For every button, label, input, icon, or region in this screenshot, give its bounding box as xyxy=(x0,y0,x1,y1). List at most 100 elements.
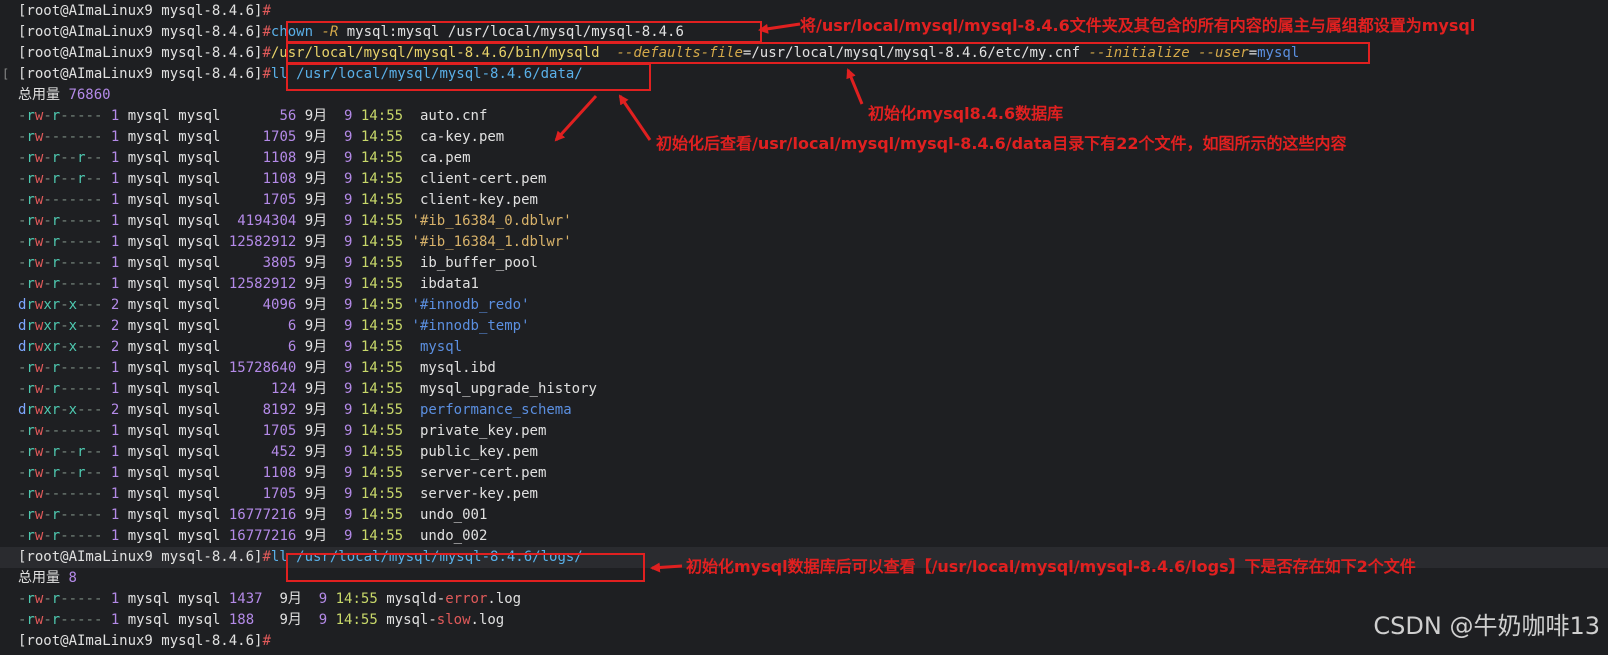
time: 14:55 xyxy=(360,423,404,439)
month: 9月 xyxy=(304,339,328,355)
group: mysql xyxy=(178,528,221,544)
file-name[interactable]: ibdata1 xyxy=(412,276,479,292)
month: 9月 xyxy=(304,255,328,271)
file-size: 3805 xyxy=(228,255,297,271)
month: 9月 xyxy=(304,465,328,481)
file-size: 1705 xyxy=(228,486,297,502)
month: 9月 xyxy=(304,108,328,124)
link-count: 1 xyxy=(110,381,120,397)
file-name[interactable]: mysql_upgrade_history xyxy=(412,381,597,397)
file-name[interactable]: private_key.pem xyxy=(412,423,546,439)
month: 9月 xyxy=(304,129,328,145)
file-size: 1705 xyxy=(228,129,297,145)
day: 9 xyxy=(335,423,353,439)
prompt-hash: # xyxy=(262,45,271,61)
file-name[interactable]: '#innodb_temp' xyxy=(412,318,530,334)
prompt-hash: # xyxy=(262,549,271,565)
prompt-hash: # xyxy=(262,633,271,649)
group: mysql xyxy=(178,360,221,376)
file-name[interactable]: client-key.pem xyxy=(412,192,538,208)
group: mysql xyxy=(178,192,221,208)
file-size: 452 xyxy=(228,444,297,460)
link-count: 1 xyxy=(110,612,120,628)
file-name[interactable]: ca.pem xyxy=(412,150,471,166)
owner: mysql xyxy=(127,297,170,313)
link-count: 2 xyxy=(110,402,120,418)
data-summary: 总用量 76860 xyxy=(18,85,111,106)
shell-prompt: [root@AImaLinux9 mysql-8.4.6] xyxy=(18,549,263,565)
day: 9 xyxy=(335,444,353,460)
permissions: -rw------- xyxy=(18,486,103,502)
link-count: 1 xyxy=(110,465,120,481)
file-size: 1437 xyxy=(228,591,263,607)
file-size: 12582912 xyxy=(228,234,297,250)
permissions: -rw-r----- xyxy=(18,276,103,292)
file-name[interactable]: mysql.ibd xyxy=(412,360,496,376)
month: 9月 xyxy=(304,192,328,208)
permissions: -rw-r--r-- xyxy=(18,444,103,460)
summary-value: 76860 xyxy=(68,87,111,103)
data-file-row: -rw------- 1 mysql mysql 1705 9月 9 14:55… xyxy=(18,421,546,442)
file-name[interactable]: mysql-slow.log xyxy=(386,612,504,628)
link-count: 1 xyxy=(110,234,120,250)
file-name[interactable]: server-cert.pem xyxy=(412,465,546,481)
time: 14:55 xyxy=(360,150,404,166)
file-name[interactable]: undo_002 xyxy=(412,528,487,544)
month: 9月 xyxy=(304,444,328,460)
data-file-row: -rw-r--r-- 1 mysql mysql 1108 9月 9 14:55… xyxy=(18,169,546,190)
file-name[interactable]: public_key.pem xyxy=(412,444,538,460)
annotation-chown: 将/usr/local/mysql/mysql-8.4.6文件夹及其包含的所有内… xyxy=(800,16,1476,35)
permissions: drwxr-x--- xyxy=(18,339,103,355)
file-name[interactable]: ib_buffer_pool xyxy=(412,255,538,271)
link-count: 1 xyxy=(110,444,120,460)
logs-summary: 总用量 8 xyxy=(18,568,77,589)
link-count: 1 xyxy=(110,171,120,187)
link-count: 1 xyxy=(110,213,120,229)
highlight-chown-command xyxy=(286,21,762,43)
file-name[interactable]: server-key.pem xyxy=(412,486,538,502)
file-name[interactable]: mysqld-error.log xyxy=(386,591,521,607)
file-size: 6 xyxy=(228,339,297,355)
group: mysql xyxy=(178,255,221,271)
time: 14:55 xyxy=(360,171,404,187)
time: 14:55 xyxy=(360,255,404,271)
month: 9月 xyxy=(304,150,328,166)
file-name[interactable]: client-cert.pem xyxy=(412,171,546,187)
link-count: 1 xyxy=(110,360,120,376)
file-name[interactable]: '#innodb_redo' xyxy=(412,297,530,313)
time: 14:55 xyxy=(360,444,404,460)
owner: mysql xyxy=(127,192,170,208)
annotation-logs: 初始化mysql数据库后可以查看【/usr/local/mysql/mysql-… xyxy=(686,557,1416,576)
owner: mysql xyxy=(127,591,170,607)
link-count: 2 xyxy=(110,318,120,334)
data-file-row: drwxr-x--- 2 mysql mysql 4096 9月 9 14:55… xyxy=(18,295,530,316)
owner: mysql xyxy=(127,150,170,166)
day: 9 xyxy=(335,234,353,250)
month: 9月 xyxy=(279,612,302,628)
file-size: 12582912 xyxy=(228,276,297,292)
time: 14:55 xyxy=(360,129,404,145)
file-name[interactable]: auto.cnf xyxy=(412,108,487,124)
link-count: 1 xyxy=(110,276,120,292)
gutter-mark: [ xyxy=(2,67,10,81)
file-name[interactable]: '#ib_16384_1.dblwr' xyxy=(412,234,572,250)
group: mysql xyxy=(178,591,221,607)
file-name[interactable]: undo_001 xyxy=(412,507,487,523)
highlight-init-command xyxy=(286,42,1370,64)
file-name[interactable]: performance_schema xyxy=(412,402,572,418)
time: 14:55 xyxy=(360,381,404,397)
time: 14:55 xyxy=(360,360,404,376)
file-name[interactable]: mysql xyxy=(412,339,462,355)
day: 9 xyxy=(310,591,328,607)
file-name[interactable]: ca-key.pem xyxy=(412,129,504,145)
permissions: -rw------- xyxy=(18,129,103,145)
link-count: 2 xyxy=(110,339,120,355)
day: 9 xyxy=(335,171,353,187)
time: 14:55 xyxy=(360,192,404,208)
prompt-line-final: [root@AImaLinux9 mysql-8.4.6]# xyxy=(18,631,271,652)
file-name[interactable]: '#ib_16384_0.dblwr' xyxy=(412,213,572,229)
data-file-row: drwxr-x--- 2 mysql mysql 8192 9月 9 14:55… xyxy=(18,400,572,421)
owner: mysql xyxy=(127,234,170,250)
day: 9 xyxy=(335,276,353,292)
prompt-hash: # xyxy=(262,66,271,82)
